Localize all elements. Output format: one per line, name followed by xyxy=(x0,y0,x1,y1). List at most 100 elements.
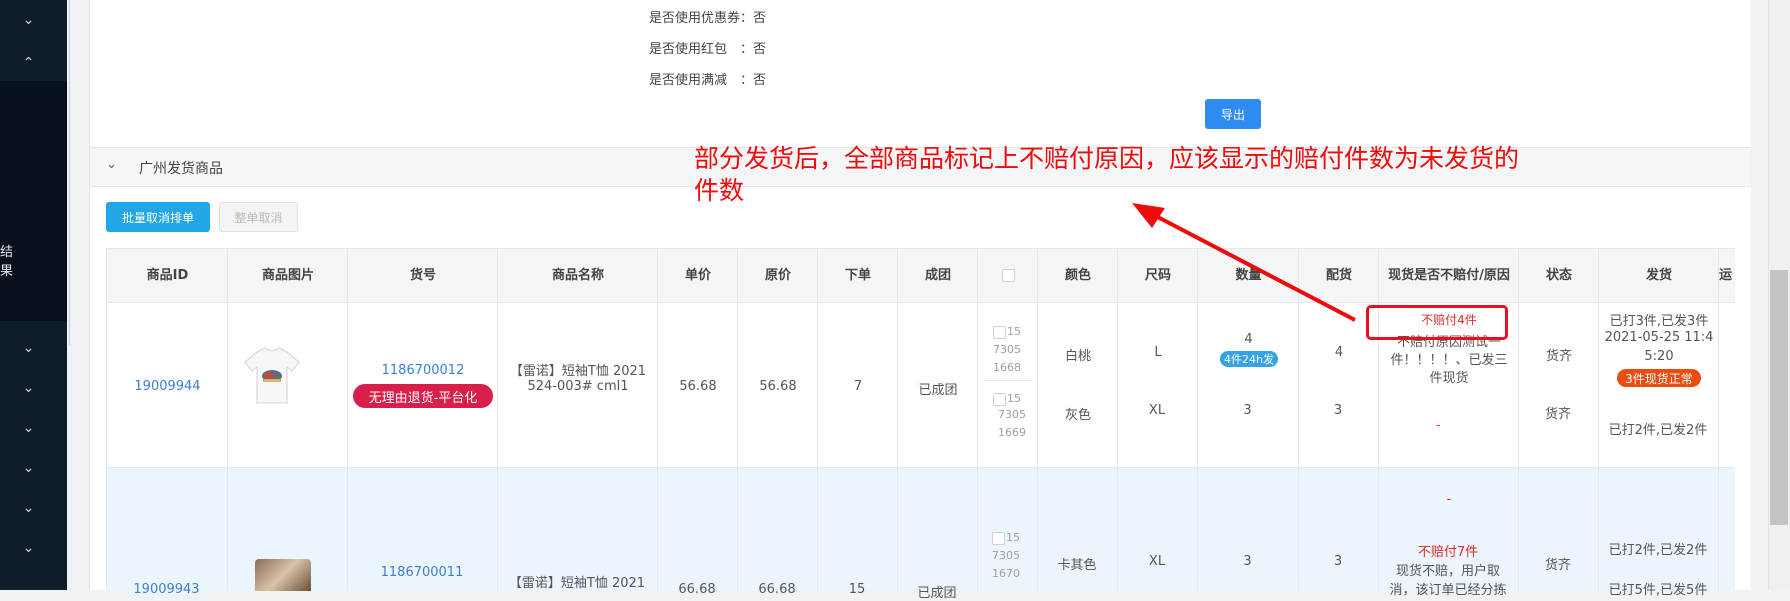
item-size: XL xyxy=(1148,554,1166,569)
header-unit-price[interactable]: 单价 xyxy=(658,249,738,302)
header-product-image[interactable]: 商品图片 xyxy=(228,249,348,302)
compensation-dash: - xyxy=(1446,492,1452,507)
main-panel: 是否使用优惠券：否 是否使用红包 ：否 是否使用满减 ：否 导出 ⌄ 广州发货商… xyxy=(89,0,1751,601)
product-name-line: 【雷诺】短袖T恤 2021 xyxy=(508,576,646,591)
fast-ship-badge: 4件24h发 xyxy=(1220,351,1278,367)
original-price: 56.68 xyxy=(759,379,797,394)
item-checkbox[interactable] xyxy=(993,326,1006,339)
product-name-line: 524-003# cml1 xyxy=(527,379,629,394)
header-product-name[interactable]: 商品名称 xyxy=(498,249,658,302)
no-compensation-count: 不赔付7件 xyxy=(1417,545,1479,560)
divider xyxy=(983,380,1033,381)
full-reduction-info: 是否使用满减 ：否 xyxy=(649,73,767,88)
stock-status-badge: 3件现货正常 xyxy=(1617,369,1701,387)
item-quantity: 3 xyxy=(1243,554,1252,569)
item-status: 货齐 xyxy=(1545,349,1572,364)
item-code: 7305 xyxy=(998,408,1026,421)
item-color: 卡其色 xyxy=(1057,558,1097,573)
chevron-down-icon[interactable]: ⌄ xyxy=(0,333,57,363)
header-status[interactable]: 状态 xyxy=(1519,249,1599,302)
shipping-info: 已打3件,已发3件 xyxy=(1609,314,1709,329)
product-id-link[interactable]: 19009944 xyxy=(107,379,228,394)
header-compensation-reason[interactable]: 现货是否不赔付/原因 xyxy=(1383,249,1515,302)
product-name-line: 【雷诺】短袖T恤 2021 xyxy=(509,364,647,379)
annotation-line: 部分发货后，全部商品标记上不赔付原因，应该显示的赔付件数为未发货的 xyxy=(694,144,1520,173)
item-size: XL xyxy=(1148,403,1166,418)
item-code: 15 xyxy=(1006,531,1020,544)
scrollbar-thumb[interactable] xyxy=(1770,270,1788,525)
item-allocation: 4 xyxy=(1334,345,1344,360)
item-code: 15 xyxy=(1007,325,1021,338)
header-sku[interactable]: 货号 xyxy=(348,249,498,302)
shipping-info: 已打5件,已发5件 xyxy=(1608,583,1708,598)
item-checkbox[interactable] xyxy=(993,393,1006,406)
sku-link[interactable]: 1186700011 xyxy=(347,565,497,580)
header-group[interactable]: 成团 xyxy=(898,249,978,302)
annotation-line: 件数 xyxy=(694,176,745,205)
shipping-time: 2021-05-25 11:4 xyxy=(1604,330,1714,345)
item-code: 1668 xyxy=(993,361,1021,374)
item-status: 货齐 xyxy=(1544,407,1571,422)
select-all-checkbox[interactable] xyxy=(1001,269,1015,282)
item-color: 白桃 xyxy=(1064,349,1091,364)
order-count: 7 xyxy=(853,379,863,394)
item-code: 7305 xyxy=(992,549,1020,562)
shipping-info: 已打2件,已发2件 xyxy=(1608,543,1708,558)
chevron-down-icon[interactable]: ⌄ xyxy=(0,413,57,443)
item-allocation: 3 xyxy=(1333,403,1343,418)
header-allocation[interactable]: 配货 xyxy=(1299,249,1379,302)
chevron-down-icon[interactable]: ⌄ xyxy=(0,493,57,523)
item-color: 灰色 xyxy=(1064,408,1091,423)
header-size[interactable]: 尺码 xyxy=(1118,249,1198,302)
header-product-id[interactable]: 商品ID xyxy=(107,249,228,302)
header-select-all[interactable] xyxy=(978,249,1038,302)
group-status: 已成团 xyxy=(918,383,958,398)
chevron-down-icon[interactable]: ⌄ xyxy=(0,373,57,403)
chevron-down-icon[interactable]: ⌄ xyxy=(0,5,57,35)
sidebar-item-label[interactable]: 结果 xyxy=(0,241,20,279)
header-original-price[interactable]: 原价 xyxy=(738,249,818,302)
divider xyxy=(69,0,70,345)
return-policy-badge: 无理由退货-平台化 xyxy=(353,384,493,408)
item-code: 1669 xyxy=(998,426,1026,439)
item-code: 15 xyxy=(1007,392,1021,405)
red-packet-info: 是否使用红包 ：否 xyxy=(649,42,767,57)
annotation-text: 部分发货后，全部商品标记上不赔付原因，应该显示的赔付件数为未发货的 件数 xyxy=(694,143,1594,207)
header-quantity[interactable]: 数量 xyxy=(1198,249,1299,302)
compensation-reason-line: 消，该订单已经分拣 xyxy=(1389,583,1507,598)
header-orders[interactable]: 下单 xyxy=(818,249,898,302)
item-allocation: 3 xyxy=(1333,554,1343,569)
chevron-down-icon[interactable]: ⌄ xyxy=(106,157,117,172)
compensation-reason-line: 件！！！！、已发三 xyxy=(1390,353,1508,368)
section-title: 广州发货商品 xyxy=(139,161,223,177)
annotation-highlight-box xyxy=(1366,305,1508,340)
batch-cancel-button[interactable]: 批量取消排单 xyxy=(106,202,210,232)
header-shipping[interactable]: 发货 xyxy=(1599,249,1719,302)
whole-order-cancel-button[interactable]: 整单取消 xyxy=(219,202,298,232)
item-checkbox[interactable] xyxy=(992,532,1005,545)
unit-price: 56.68 xyxy=(679,379,717,394)
shipping-info: 已打2件,已发2件 xyxy=(1608,423,1708,438)
compensation-reason-line: 件现货 xyxy=(1429,371,1469,386)
product-image[interactable] xyxy=(243,346,301,406)
product-image[interactable] xyxy=(255,559,311,591)
coupon-info: 是否使用优惠券：否 xyxy=(649,11,767,26)
item-code: 7305 xyxy=(993,343,1021,356)
chevron-down-icon[interactable]: ⌄ xyxy=(0,533,57,563)
shipping-time: 5:20 xyxy=(1644,349,1674,364)
sku-link[interactable]: 1186700012 xyxy=(348,363,498,378)
header-shipping-fee[interactable]: 运 xyxy=(1719,249,1735,302)
sidebar-active-submenu xyxy=(0,81,67,321)
chevron-up-icon[interactable]: ⌃ xyxy=(0,48,57,78)
header-color[interactable]: 颜色 xyxy=(1038,249,1118,302)
goods-table: 商品ID 商品图片 货号 商品名称 单价 原价 下单 成团 颜色 尺码 数量 配… xyxy=(106,248,1735,591)
item-code: 1670 xyxy=(992,567,1020,580)
item-status: 货齐 xyxy=(1544,558,1571,573)
item-quantity: 3 xyxy=(1243,403,1252,418)
sidebar: ⌄ ⌃ 结果 ⌄ ⌄ ⌄ ⌄ ⌄ ⌄ xyxy=(0,0,67,590)
compensation-dash: - xyxy=(1436,418,1441,433)
item-quantity: 4 xyxy=(1244,332,1253,347)
export-button[interactable]: 导出 xyxy=(1205,99,1261,129)
chevron-down-icon[interactable]: ⌄ xyxy=(0,453,57,483)
compensation-reason-line: 现货不赔，用户取 xyxy=(1395,564,1500,579)
